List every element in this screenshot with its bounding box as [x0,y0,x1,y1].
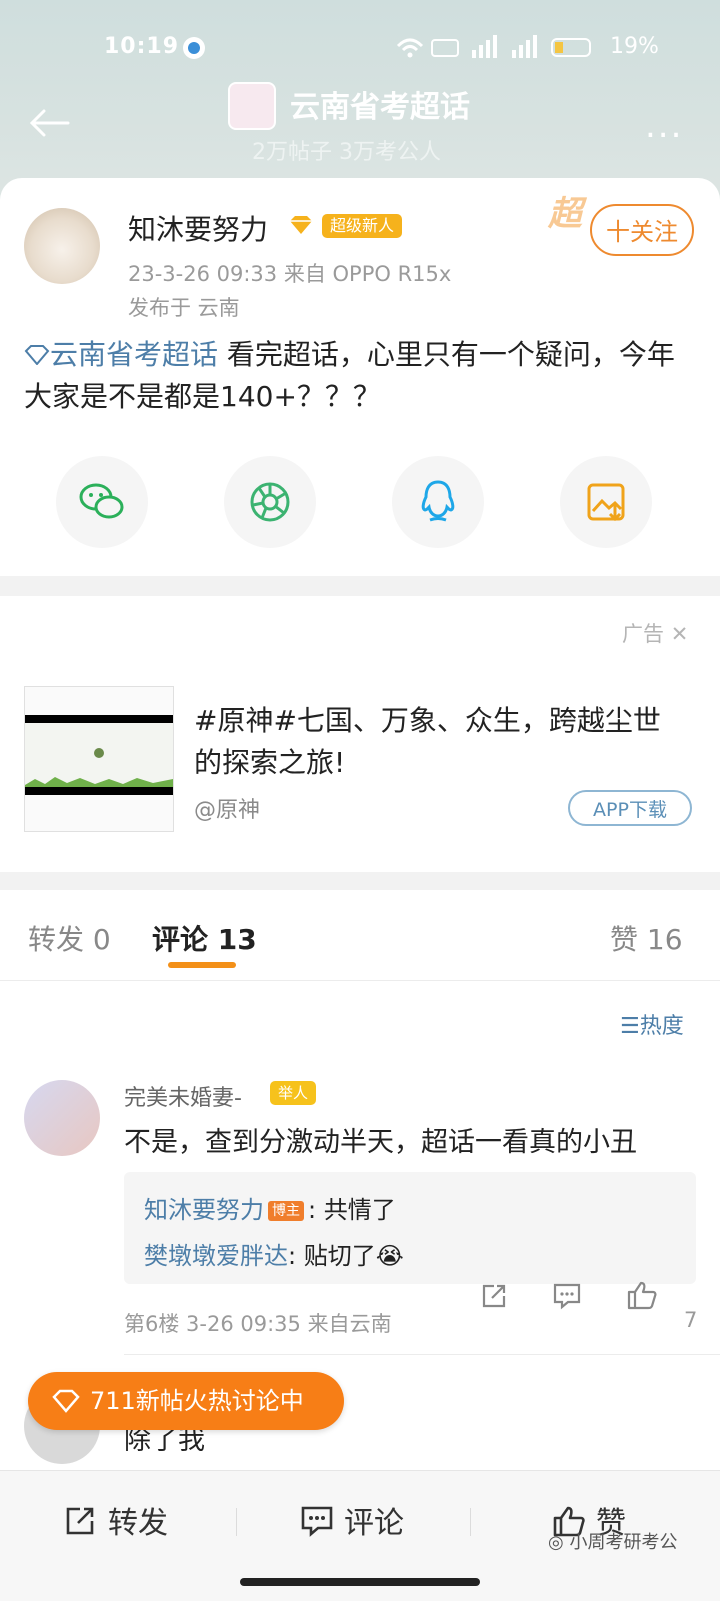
divider [0,980,720,981]
reply-comment-icon[interactable] [552,1282,582,1310]
ad-label: 广告 ✕ [622,618,688,648]
moments-icon [250,482,290,522]
comment-button[interactable]: 评论 [300,1498,404,1542]
post-location: 发布于 云南 [128,296,240,320]
vip-diamond-icon [290,216,312,234]
commenter-name[interactable]: 完美未婚妻- [124,1080,242,1112]
close-ad-icon[interactable]: ✕ [671,622,689,646]
reply-item[interactable]: 知沐要努力 博主: 共情了 [144,1190,396,1225]
signal-status-icons [396,35,591,58]
divider [124,1354,720,1355]
share-moments-button[interactable] [224,456,316,548]
comment-label: 评论 [344,1506,404,1541]
hot-topic-pill[interactable]: 711新帖火热讨论中 [28,1372,344,1430]
user-badge: 超级新人 [322,214,403,238]
share-wechat-button[interactable] [56,456,148,548]
tab-like[interactable]: 赞 16 [610,918,683,958]
sort-icon: ☰ [620,1014,640,1039]
divider [236,1508,237,1536]
comment-icon [301,1506,333,1537]
repost-comment-icon[interactable] [480,1282,508,1310]
commenter-avatar[interactable] [24,1080,100,1156]
comment-like-count: 7 [684,1308,698,1332]
post-body: 云南省考超话 看完超话，心里只有一个疑问，今年大家是不是都是140+？？？ [24,334,696,418]
save-image-button[interactable] [560,456,652,548]
ad-source: @原神 [194,798,261,823]
back-arrow-icon[interactable] [28,108,72,138]
status-time: 10:19 [104,34,180,59]
tab-comment[interactable]: 评论 13 [152,918,257,958]
active-tab-indicator [168,962,236,968]
chaohua-decoration: 超 [548,194,582,234]
topic-link[interactable]: 云南省考超话 [50,338,218,371]
post-meta: 23-3-26 09:33 来自 OPPO R15x [128,262,452,286]
repost-icon [66,1507,94,1535]
hot-topic-text: 711新帖火热讨论中 [90,1387,304,1415]
save-image-icon [587,483,625,522]
watermark: ◎ 小周考研考公 [548,1528,677,1554]
topic-avatar [228,82,276,130]
wechat-mark-icon: ◎ [548,1532,564,1553]
reply-item[interactable]: 樊墩墩爱胖达: 贴切了😭 [144,1236,404,1271]
ad-image [25,687,173,831]
topic-stats: 2万帖子 3万考公人 [252,140,441,165]
app-notification-icon [183,37,205,59]
reply-text: : 贴切了😭 [288,1242,404,1270]
ad-download-button[interactable]: APP下载 [568,790,692,826]
diamond-icon [52,1389,80,1413]
watermark-text: 小周考研考公 [569,1532,678,1553]
commenter-badge: 举人 [270,1081,317,1105]
follow-button[interactable]: 十关注 [590,204,694,256]
reply-text: : 共情了 [308,1196,396,1224]
author-tag: 博主 [268,1201,304,1221]
comment-meta: 第6楼 3-26 09:35 来自云南 [124,1312,392,1336]
ad-title[interactable]: #原神#七国、万象、众生，跨越尘世的探索之旅! [194,700,684,784]
topic-title[interactable]: 云南省考超话 [290,82,470,126]
home-indicator[interactable] [240,1578,480,1586]
topic-diamond-icon [24,345,50,366]
reply-user[interactable]: 知沐要努力 [144,1196,264,1224]
reply-user[interactable]: 樊墩墩爱胖达 [144,1242,288,1270]
repost-label: 转发 [108,1506,168,1541]
sort-label: 热度 [639,1014,684,1039]
qq-icon [421,480,455,522]
author-name[interactable]: 知沐要努力 [128,208,268,248]
divider [470,1508,471,1536]
share-qq-button[interactable] [392,456,484,548]
tab-repost[interactable]: 转发 0 [28,918,111,958]
author-avatar[interactable] [24,208,100,284]
repost-button[interactable]: 转发 [64,1498,168,1542]
more-options-button[interactable]: ... [645,106,683,146]
battery-percent: 19% [610,34,659,59]
wechat-icon [79,483,124,519]
comment-text: 不是，查到分激动半天，超话一看真的小丑 [124,1127,637,1158]
like-comment-icon[interactable] [626,1280,658,1310]
ad-thumbnail[interactable] [24,686,174,832]
ad-label-text: 广告 [622,622,664,646]
sort-button[interactable]: ☰热度 [620,1008,684,1040]
